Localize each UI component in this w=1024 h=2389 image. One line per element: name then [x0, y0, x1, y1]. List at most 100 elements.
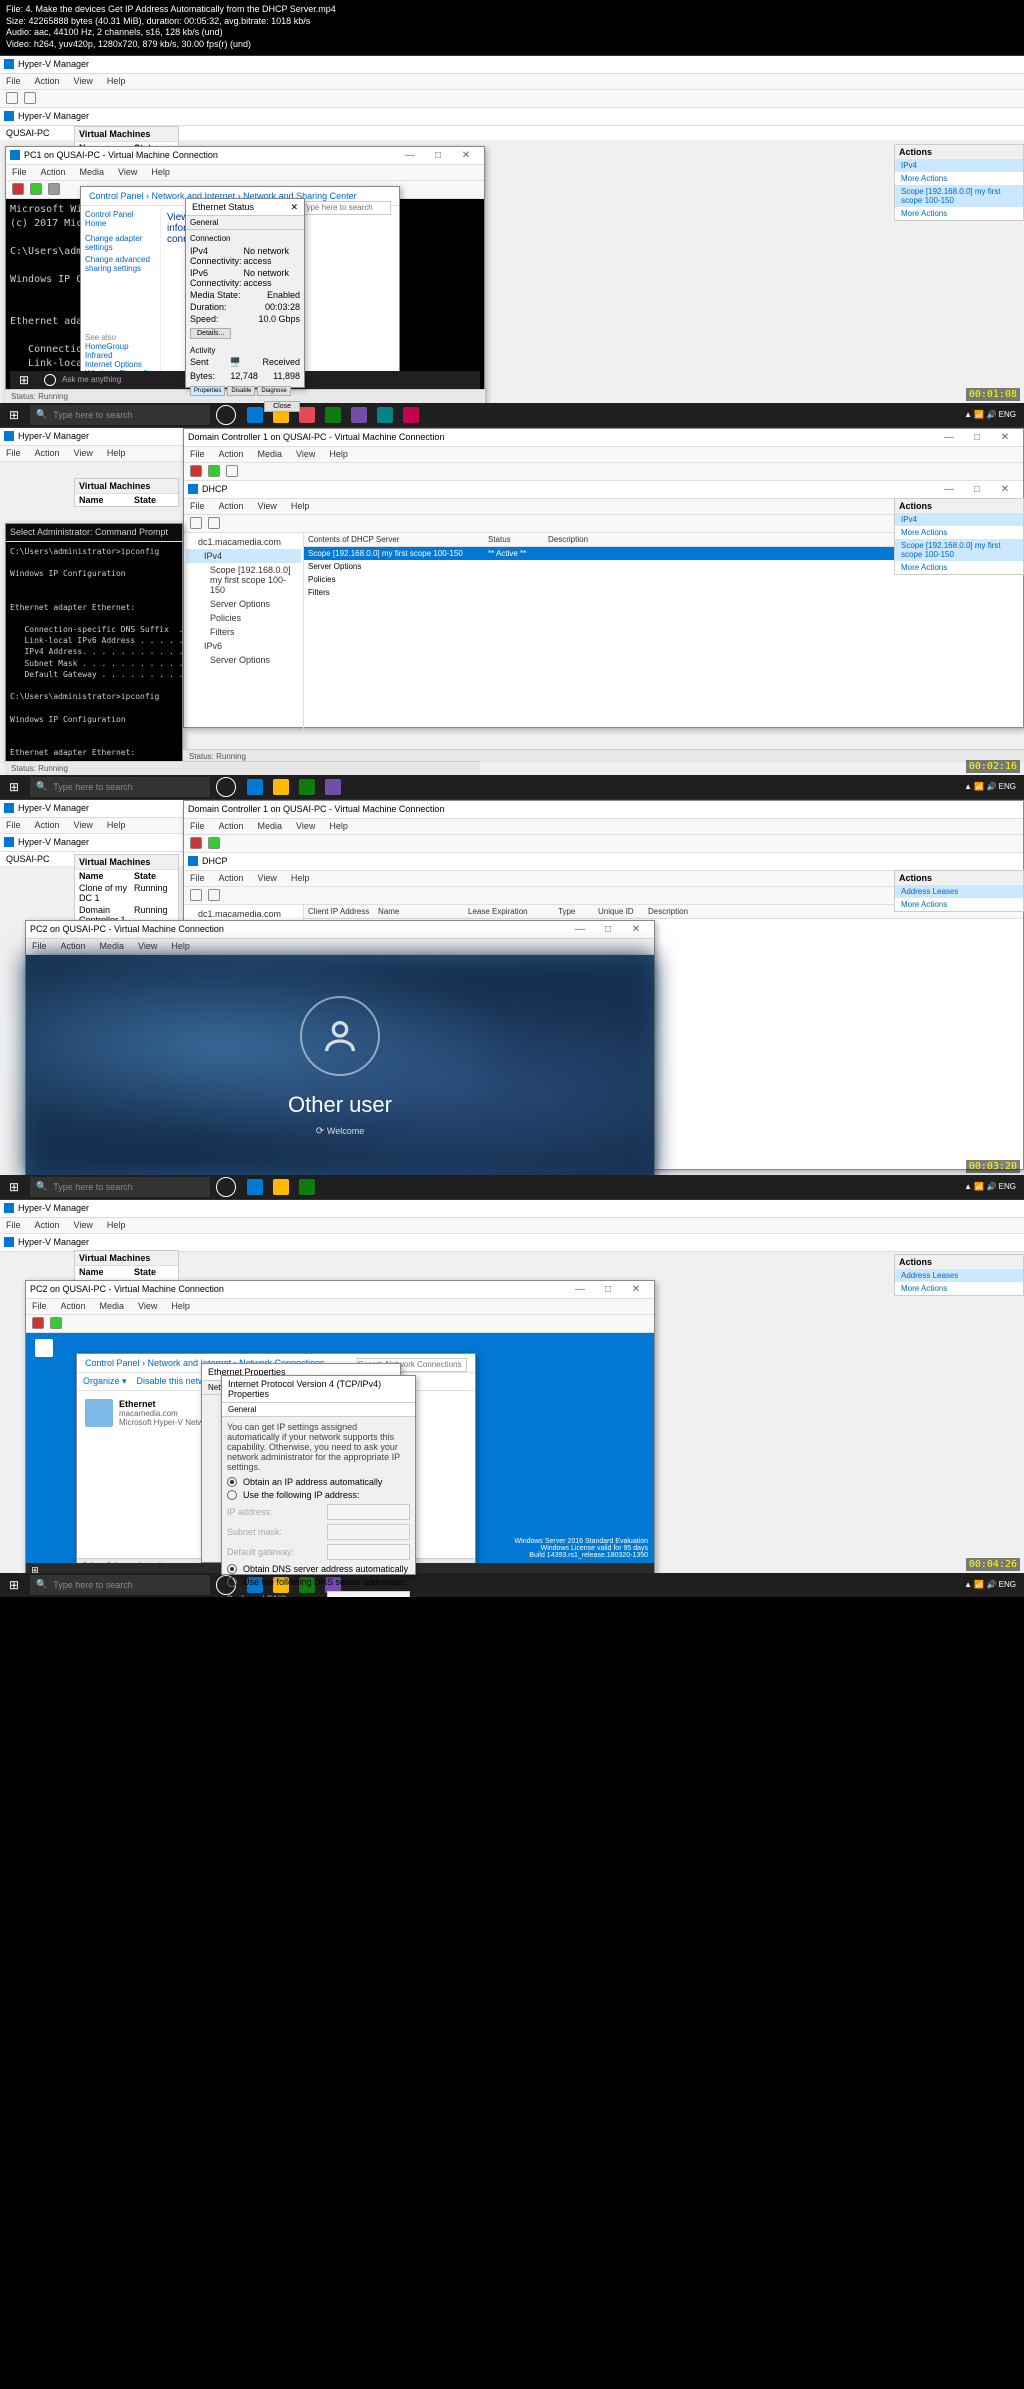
close-button[interactable]: Close — [264, 401, 300, 412]
maximize-icon[interactable]: □ — [963, 428, 991, 446]
close-icon[interactable]: ✕ — [622, 920, 650, 938]
hyperv-menubar: File Action View Help — [0, 74, 1024, 90]
ipv4-dialog-title[interactable]: Internet Protocol Version 4 (TCP/IPv4) P… — [222, 1376, 415, 1403]
eth-bytes-row: Bytes:12,74811,898 — [190, 370, 300, 382]
dhcp-row[interactable]: Filters — [304, 586, 1023, 599]
file-audio: Audio: aac, 44100 Hz, 2 channels, s16, 1… — [6, 27, 1018, 39]
tree-item[interactable]: dc1.macamedia.com — [186, 535, 301, 549]
vmc-titlebar[interactable]: PC1 on QUSAI-PC - Virtual Machine Connec… — [6, 147, 484, 165]
actions-panel: Actions Address Leases More Actions — [894, 870, 1024, 912]
vmc-menu-action[interactable]: Action — [41, 167, 66, 177]
vmc-tb-icon[interactable] — [30, 183, 42, 195]
hyperv2-titlebar: Hyper-V Manager — [0, 108, 1024, 126]
organize-button[interactable]: Organize ▾ — [83, 1376, 127, 1387]
search-bar[interactable]: 🔍 Type here to search — [30, 405, 210, 425]
properties-button[interactable]: Properties — [190, 386, 225, 396]
dc-titlebar[interactable]: Domain Controller 1 on QUSAI-PC - Virtua… — [184, 429, 1023, 447]
details-button[interactable]: Details... — [190, 328, 231, 339]
tree-ipv4[interactable]: IPv4 — [186, 549, 301, 563]
search-bar[interactable]: 🔍Type here to search — [30, 777, 210, 797]
pc2-titlebar[interactable]: PC2 on QUSAI-PC - Virtual Machine Connec… — [26, 921, 654, 939]
video-timestamp: 00:03:20 — [966, 1160, 1020, 1173]
vmc-title: PC1 on QUSAI-PC - Virtual Machine Connec… — [24, 150, 396, 160]
action-scope[interactable]: Scope [192.168.0.0] my first scope 100-1… — [895, 539, 1023, 561]
ipv4-auto-radio[interactable]: Obtain an IP address automatically — [227, 1477, 410, 1487]
taskbar-app[interactable] — [372, 403, 398, 427]
action-ipv4[interactable]: IPv4 — [895, 513, 1023, 526]
systray[interactable]: ▲ 📶 🔊 ENG — [956, 410, 1024, 419]
vmc-menu-view[interactable]: View — [118, 167, 137, 177]
start-button[interactable]: ⊞ — [10, 368, 38, 392]
cp-home-link[interactable]: Control Panel Home — [85, 210, 156, 228]
eth-conn-label: Connection — [190, 234, 300, 243]
search-control-panel[interactable] — [301, 201, 391, 215]
minimize-icon[interactable]: — — [935, 428, 963, 446]
taskbar-app[interactable] — [320, 403, 346, 427]
vmc-tb-icon[interactable] — [12, 183, 24, 195]
action-more2[interactable]: More Actions — [895, 561, 1023, 574]
cortana-icon[interactable] — [44, 374, 56, 386]
login-screen[interactable]: Other user ⟳ Welcome — [26, 955, 654, 1179]
vm-row[interactable]: Clone of my DC 1Running — [75, 882, 178, 904]
gateway-input — [327, 1544, 410, 1560]
eth-dialog-title[interactable]: Ethernet Status ✕ — [186, 199, 304, 216]
vmc-menu-help[interactable]: Help — [151, 167, 170, 177]
action-scope[interactable]: Scope [192.168.0.0] my first scope 100-1… — [895, 185, 1023, 207]
infrared-link[interactable]: Infrared — [85, 351, 156, 360]
start-button[interactable]: ⊞ — [0, 403, 28, 427]
eth-prop-row: IPv6 Connectivity:No network access — [190, 267, 300, 289]
action-address-leases[interactable]: Address Leases — [895, 885, 1023, 898]
minimize-icon[interactable]: — — [566, 920, 594, 938]
action-more[interactable]: More Actions — [895, 172, 1023, 185]
dhcp-tree: dc1.macamedia.com IPv4 Scope [192.168.0.… — [184, 533, 304, 733]
inet-options-link[interactable]: Internet Options — [85, 360, 156, 369]
menu-view[interactable]: View — [74, 76, 93, 86]
diagnose-button[interactable]: Diagnose — [257, 386, 290, 396]
homegroup-link[interactable]: HomeGroup — [85, 342, 156, 351]
taskbar-app[interactable] — [346, 403, 372, 427]
menu-action[interactable]: Action — [35, 76, 60, 86]
maximize-icon[interactable]: □ — [594, 920, 622, 938]
cmd-titlebar[interactable]: Select Administrator: Command Prompt — [6, 524, 182, 542]
tree-item[interactable]: Server Options — [186, 597, 301, 611]
dc-vmc-window: Domain Controller 1 on QUSAI-PC - Virtua… — [183, 428, 1024, 728]
action-more[interactable]: More Actions — [895, 526, 1023, 539]
toolbar-fwd-icon[interactable] — [24, 92, 36, 104]
close-icon[interactable]: ✕ — [991, 428, 1019, 446]
adapter-settings-link[interactable]: Change adapter settings — [85, 234, 156, 252]
cmd-output[interactable]: C:\Users\administrator>ipconfig Windows … — [6, 542, 182, 764]
maximize-icon[interactable]: □ — [424, 146, 452, 164]
action-more2[interactable]: More Actions — [895, 207, 1023, 220]
general-tab[interactable]: General — [222, 1403, 415, 1417]
tree-ipv6[interactable]: IPv6 — [186, 639, 301, 653]
network-adapter-icon — [85, 1399, 113, 1427]
disable-button[interactable]: Disable — [227, 386, 255, 396]
tree-item[interactable]: Server Options — [186, 653, 301, 667]
toolbar-back-icon[interactable] — [6, 92, 18, 104]
close-icon[interactable]: ✕ — [290, 202, 298, 213]
eth-status-dialog: Ethernet Status ✕ General Connection IPv… — [185, 198, 305, 388]
minimize-icon[interactable]: — — [396, 146, 424, 164]
sharing-settings-link[interactable]: Change advanced sharing settings — [85, 255, 156, 273]
recycle-bin-icon[interactable] — [32, 1339, 56, 1369]
dns-auto-radio[interactable]: Obtain DNS server address automatically — [227, 1564, 410, 1574]
ipv4-manual-radio[interactable]: Use the following IP address: — [227, 1490, 410, 1500]
tree-scope[interactable]: Scope [192.168.0.0] my first scope 100-1… — [186, 563, 301, 597]
tree-item[interactable]: Policies — [186, 611, 301, 625]
action-ipv4[interactable]: IPv4 — [895, 159, 1023, 172]
vmc-menu-media[interactable]: Media — [80, 167, 105, 177]
eth-activity-label: Activity — [190, 346, 300, 355]
menu-file[interactable]: File — [6, 76, 21, 86]
menu-help[interactable]: Help — [107, 76, 126, 86]
cortana-button[interactable] — [216, 777, 236, 797]
eth-general-tab[interactable]: General — [186, 216, 304, 230]
tree-item[interactable]: Filters — [186, 625, 301, 639]
video-timestamp: 00:01:08 — [966, 388, 1020, 401]
close-icon[interactable]: ✕ — [452, 146, 480, 164]
vmc-tb-icon[interactable] — [48, 183, 60, 195]
dns-manual-radio[interactable]: Use the following DNS server addresses: — [227, 1577, 410, 1587]
vmc-menu-file[interactable]: File — [12, 167, 27, 177]
start-button[interactable]: ⊞ — [0, 775, 28, 799]
cortana-text[interactable]: Ask me anything — [62, 375, 121, 384]
taskbar-app[interactable] — [398, 403, 424, 427]
